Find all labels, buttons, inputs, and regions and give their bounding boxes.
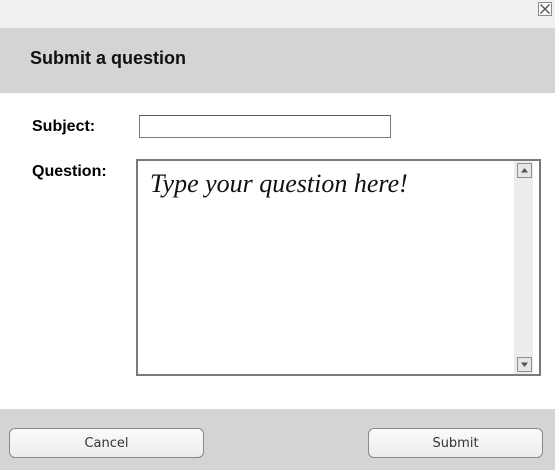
dialog-title-bar: Submit a question xyxy=(0,28,555,93)
dialog-title: Submit a question xyxy=(30,48,187,68)
scrollbar-track[interactable] xyxy=(514,161,533,374)
question-text[interactable]: Type your question here! xyxy=(150,169,500,199)
scroll-up-button[interactable] xyxy=(517,163,532,178)
dialog-top-bar xyxy=(0,0,555,28)
arrow-down-icon xyxy=(521,362,528,367)
close-button[interactable] xyxy=(538,2,552,16)
cancel-button[interactable]: Cancel xyxy=(9,428,204,458)
submit-question-dialog: Submit a question Subject: Question: Typ… xyxy=(0,0,555,470)
subject-input[interactable] xyxy=(139,115,391,138)
question-label: Question: xyxy=(32,163,107,180)
submit-button[interactable]: Submit xyxy=(368,428,543,458)
arrow-up-icon xyxy=(521,168,528,173)
subject-label: Subject: xyxy=(32,118,96,135)
question-textarea[interactable]: Type your question here! xyxy=(136,159,541,376)
question-scrollbar[interactable] xyxy=(508,161,539,374)
dialog-footer: Cancel Submit xyxy=(0,409,555,470)
scroll-down-button[interactable] xyxy=(517,357,532,372)
close-x-icon xyxy=(540,4,550,14)
